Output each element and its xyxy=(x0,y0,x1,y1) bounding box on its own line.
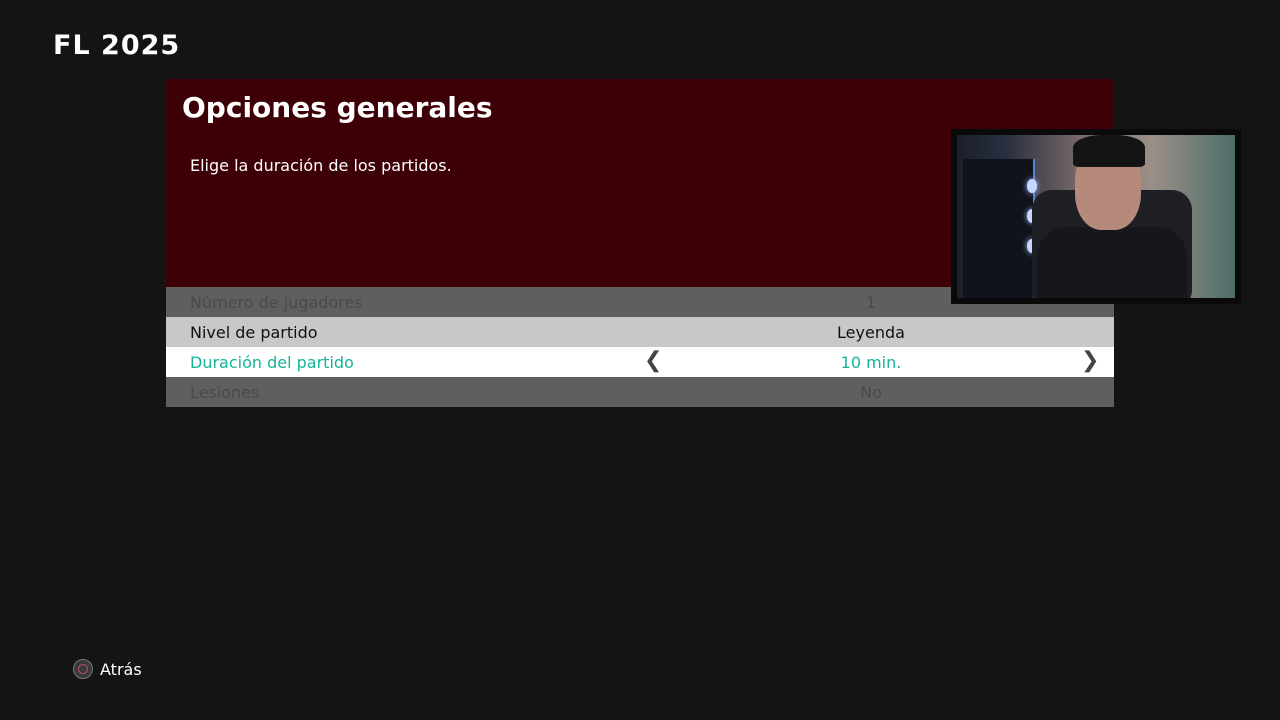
option-value: 10 min. xyxy=(840,353,902,372)
option-label: Duración del partido xyxy=(190,353,354,372)
webcam-feed xyxy=(957,135,1235,298)
webcam-pc-light xyxy=(1027,179,1037,193)
option-value: No xyxy=(860,383,882,402)
page-title: Opciones generales xyxy=(182,91,493,124)
option-row-match-duration[interactable]: Duración del partido ❮ 10 min. ❯ xyxy=(166,347,1114,377)
webcam-pc-case xyxy=(963,159,1037,298)
webcam-person-body xyxy=(1037,227,1187,298)
chevron-left-icon[interactable]: ❮ xyxy=(644,348,662,373)
option-label: Número de jugadores xyxy=(190,293,363,312)
back-label: Atrás xyxy=(100,659,142,679)
option-label: Nivel de partido xyxy=(190,323,318,342)
option-row-match-level[interactable]: Nivel de partido Leyenda xyxy=(166,317,1114,347)
option-row-injuries: Lesiones No xyxy=(166,377,1114,407)
game-logo: FL 2025 xyxy=(53,30,181,61)
circle-button-icon xyxy=(73,659,93,679)
option-description: Elige la duración de los partidos. xyxy=(190,156,452,175)
option-value: Leyenda xyxy=(837,323,905,342)
options-list: Número de jugadores 1 Nivel de partido L… xyxy=(166,287,1114,407)
chevron-right-icon[interactable]: ❯ xyxy=(1081,348,1099,373)
back-button[interactable]: Atrás xyxy=(73,659,142,679)
option-label: Lesiones xyxy=(190,383,260,402)
webcam-person-hair xyxy=(1073,135,1145,167)
webcam-overlay xyxy=(951,129,1241,304)
